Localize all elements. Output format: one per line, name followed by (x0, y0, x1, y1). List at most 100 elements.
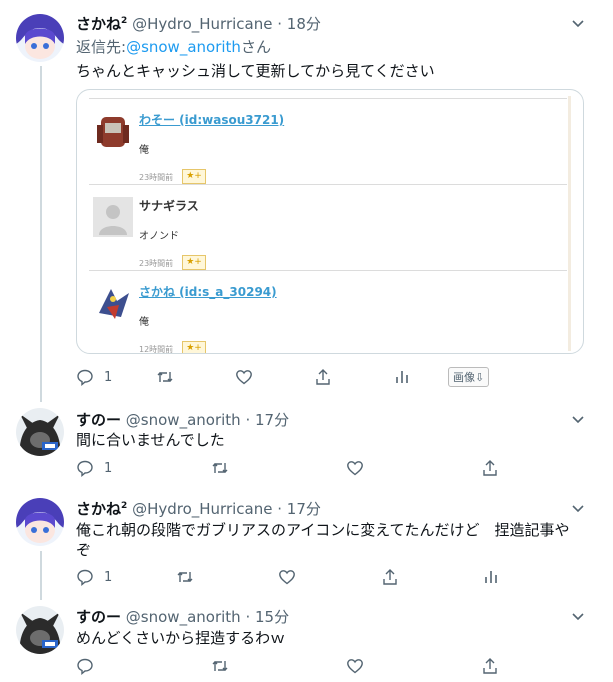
like-icon (347, 659, 363, 674)
reply-icon (77, 658, 93, 675)
reply-suffix: さん (240, 38, 271, 56)
name-superscript: 2 (121, 501, 128, 511)
star-button[interactable]: ★+ (182, 341, 206, 353)
retweet-icon (157, 372, 173, 382)
reply-icon (77, 369, 93, 386)
comment-user-link[interactable]: わそー (id:wasou3721) (139, 111, 284, 128)
thread-line (40, 66, 42, 402)
comment-text: 俺 (139, 145, 149, 156)
reply-count: 1 (104, 569, 113, 585)
timestamp[interactable]: 18分 (287, 15, 321, 33)
retweet-icon (177, 572, 193, 582)
like-button[interactable] (278, 568, 296, 586)
timestamp[interactable]: 17分 (287, 500, 321, 518)
user-thumbnail (93, 283, 133, 323)
chevron-down-icon[interactable] (571, 501, 585, 515)
image-download-button[interactable]: 画像⇩ (448, 367, 490, 387)
user-handle[interactable]: @snow_anorith (126, 608, 241, 626)
share-icon (316, 369, 330, 385)
comment-list: わそー (id:wasou3721) 俺 23時間前 ★+ サナギラス オノンド… (89, 96, 571, 354)
display-name[interactable]: さかね (76, 15, 121, 33)
tweet-header: すのー @snow_anorith · 17分 (76, 409, 289, 430)
display-name[interactable]: すのー (76, 608, 121, 626)
analytics-icon (485, 571, 497, 583)
like-icon (236, 370, 252, 385)
tweet-header: さかね2 @Hydro_Hurricane · 17分 (76, 498, 321, 519)
reply-context: 返信先:@snow_anorithさん (76, 36, 271, 57)
share-icon (483, 658, 497, 674)
avatar[interactable] (16, 606, 64, 654)
reply-icon (77, 569, 93, 586)
tweet-header: さかね2 @Hydro_Hurricane · 18分 (76, 13, 321, 34)
chevron-down-icon[interactable] (571, 16, 585, 30)
like-icon (347, 461, 363, 476)
timestamp[interactable]: 17分 (255, 411, 289, 429)
share-button[interactable] (481, 459, 499, 477)
user-handle[interactable]: @Hydro_Hurricane (132, 500, 272, 518)
tweet-text: 間に合いませんでした (76, 431, 225, 449)
separator-dot: · (277, 500, 283, 518)
comment-entry: サナギラス オノンド 23時間前 ★+ (89, 184, 567, 270)
comment-user-name: サナギラス (139, 199, 199, 213)
user-handle[interactable]: @Hydro_Hurricane (132, 15, 272, 33)
share-icon (383, 569, 397, 585)
avatar[interactable] (16, 14, 64, 62)
share-icon (483, 460, 497, 476)
retweet-button[interactable] (176, 568, 194, 586)
comment-entry: さかね (id:s_a_30294) 俺 12時間前 ★+ (89, 270, 567, 354)
display-name[interactable]: さかね (76, 500, 121, 518)
avatar[interactable] (16, 498, 64, 546)
comment-user-link[interactable]: さかね (id:s_a_30294) (139, 283, 277, 300)
like-button[interactable] (346, 657, 364, 675)
comment-text: オノンド (139, 231, 179, 242)
analytics-button[interactable] (482, 568, 500, 586)
comment-time: 23時間前 (139, 259, 174, 268)
reply-button[interactable]: 1 (76, 368, 112, 386)
share-button[interactable] (481, 657, 499, 675)
chevron-down-icon[interactable] (571, 609, 585, 623)
reply-mention-link[interactable]: @snow_anorith (126, 38, 241, 56)
separator-dot: · (277, 15, 283, 33)
comment-text: 俺 (139, 317, 149, 328)
comment-entry: わそー (id:wasou3721) 俺 23時間前 ★+ (89, 98, 567, 184)
reply-count: 1 (104, 369, 113, 385)
thread-line (40, 551, 42, 600)
reply-count: 1 (104, 460, 113, 476)
reply-icon (77, 460, 93, 477)
tweet-text: ちゃんとキャッシュ消して更新してから見てください (76, 62, 435, 80)
retweet-icon (212, 661, 228, 671)
separator-dot: · (245, 608, 251, 626)
user-thumbnail (93, 111, 133, 151)
user-handle[interactable]: @snow_anorith (126, 411, 241, 429)
analytics-icon (396, 371, 408, 383)
reply-prefix: 返信先: (76, 38, 127, 56)
share-button[interactable] (314, 368, 332, 386)
tweet-text: 俺これ朝の段階でガブリアスのアイコンに変えてたんだけど 捏造記事やぞ (76, 521, 570, 559)
display-name[interactable]: すのー (76, 411, 121, 429)
star-button[interactable]: ★+ (182, 169, 206, 184)
tweet-image[interactable]: わそー (id:wasou3721) 俺 23時間前 ★+ サナギラス オノンド… (76, 89, 584, 354)
retweet-button[interactable] (211, 459, 229, 477)
share-button[interactable] (381, 568, 399, 586)
avatar[interactable] (16, 408, 64, 456)
like-icon (279, 570, 295, 585)
default-avatar-icon (93, 197, 133, 237)
reply-button[interactable]: 1 (76, 459, 112, 477)
retweet-button[interactable] (211, 657, 229, 675)
reply-button[interactable] (76, 657, 94, 675)
timestamp[interactable]: 15分 (255, 608, 289, 626)
analytics-button[interactable] (393, 368, 411, 386)
like-button[interactable] (235, 368, 253, 386)
star-button[interactable]: ★+ (182, 255, 206, 270)
like-button[interactable] (346, 459, 364, 477)
reply-button[interactable]: 1 (76, 568, 112, 586)
tweet-text: めんどくさいから捏造するわｗ (76, 629, 286, 647)
retweet-icon (212, 463, 228, 473)
name-superscript: 2 (121, 16, 128, 26)
retweet-button[interactable] (156, 368, 174, 386)
chevron-down-icon[interactable] (571, 412, 585, 426)
comment-time: 23時間前 (139, 173, 174, 182)
separator-dot: · (245, 411, 251, 429)
tweet-header: すのー @snow_anorith · 15分 (76, 606, 289, 627)
comment-time: 12時間前 (139, 345, 174, 354)
